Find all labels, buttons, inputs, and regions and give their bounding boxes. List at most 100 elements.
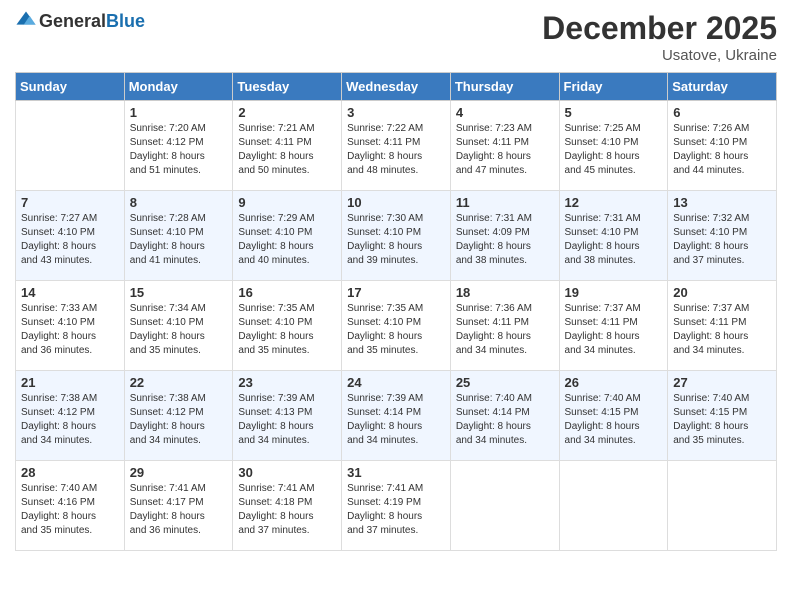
day-number: 12 (565, 195, 663, 210)
cell-content: Sunrise: 7:33 AM Sunset: 4:10 PM Dayligh… (21, 302, 119, 358)
month-title: December 2025 (542, 10, 777, 47)
calendar-cell: 30 Sunrise: 7:41 AM Sunset: 4:18 PM Dayli… (233, 461, 342, 551)
header-thursday: Thursday (450, 73, 559, 101)
day-number: 15 (130, 285, 228, 300)
day-number: 16 (238, 285, 336, 300)
cell-content: Sunrise: 7:36 AM Sunset: 4:11 PM Dayligh… (456, 302, 554, 358)
calendar-week-3: 14 Sunrise: 7:33 AM Sunset: 4:10 PM Dayli… (16, 281, 777, 371)
day-number: 23 (238, 375, 336, 390)
calendar-cell: 27 Sunrise: 7:40 AM Sunset: 4:15 PM Dayli… (668, 371, 777, 461)
calendar-cell: 31 Sunrise: 7:41 AM Sunset: 4:19 PM Dayli… (342, 461, 451, 551)
day-number: 11 (456, 195, 554, 210)
cell-content: Sunrise: 7:40 AM Sunset: 4:16 PM Dayligh… (21, 482, 119, 538)
cell-content: Sunrise: 7:32 AM Sunset: 4:10 PM Dayligh… (673, 212, 771, 268)
cell-content: Sunrise: 7:37 AM Sunset: 4:11 PM Dayligh… (673, 302, 771, 358)
day-number: 27 (673, 375, 771, 390)
day-number: 10 (347, 195, 445, 210)
calendar-cell: 26 Sunrise: 7:40 AM Sunset: 4:15 PM Dayli… (559, 371, 668, 461)
cell-content: Sunrise: 7:31 AM Sunset: 4:10 PM Dayligh… (565, 212, 663, 268)
day-number: 14 (21, 285, 119, 300)
calendar-week-2: 7 Sunrise: 7:27 AM Sunset: 4:10 PM Daylig… (16, 191, 777, 281)
header-saturday: Saturday (668, 73, 777, 101)
calendar-week-4: 21 Sunrise: 7:38 AM Sunset: 4:12 PM Dayli… (16, 371, 777, 461)
calendar-cell: 4 Sunrise: 7:23 AM Sunset: 4:11 PM Daylig… (450, 101, 559, 191)
calendar-week-1: 1Sunrise: 7:20 AM Sunset: 4:12 PM Daylig… (16, 101, 777, 191)
header-sunday: Sunday (16, 73, 125, 101)
cell-content: Sunrise: 7:35 AM Sunset: 4:10 PM Dayligh… (238, 302, 336, 358)
cell-content: Sunrise: 7:37 AM Sunset: 4:11 PM Dayligh… (565, 302, 663, 358)
calendar-header-row: SundayMondayTuesdayWednesdayThursdayFrid… (16, 73, 777, 101)
cell-content: Sunrise: 7:23 AM Sunset: 4:11 PM Dayligh… (456, 122, 554, 178)
day-number: 21 (21, 375, 119, 390)
day-number: 20 (673, 285, 771, 300)
header-monday: Monday (124, 73, 233, 101)
calendar-cell: 8 Sunrise: 7:28 AM Sunset: 4:10 PM Daylig… (124, 191, 233, 281)
day-number: 26 (565, 375, 663, 390)
cell-content: Sunrise: 7:41 AM Sunset: 4:17 PM Dayligh… (130, 482, 228, 538)
day-number: 1 (130, 105, 228, 120)
header-tuesday: Tuesday (233, 73, 342, 101)
cell-content: Sunrise: 7:25 AM Sunset: 4:10 PM Dayligh… (565, 122, 663, 178)
cell-content: Sunrise: 7:22 AM Sunset: 4:11 PM Dayligh… (347, 122, 445, 178)
logo-general: General (39, 11, 106, 31)
calendar-cell: 21Sunrise: 7:38 AM Sunset: 4:12 PM Dayli… (16, 371, 125, 461)
header-friday: Friday (559, 73, 668, 101)
calendar-cell (668, 461, 777, 551)
location-title: Usatove, Ukraine (542, 47, 777, 64)
day-number: 4 (456, 105, 554, 120)
day-number: 25 (456, 375, 554, 390)
cell-content: Sunrise: 7:38 AM Sunset: 4:12 PM Dayligh… (130, 392, 228, 448)
day-number: 6 (673, 105, 771, 120)
calendar-cell: 20 Sunrise: 7:37 AM Sunset: 4:11 PM Dayli… (668, 281, 777, 371)
day-number: 13 (673, 195, 771, 210)
cell-content: Sunrise: 7:35 AM Sunset: 4:10 PM Dayligh… (347, 302, 445, 358)
title-block: December 2025 Usatove, Ukraine (542, 10, 777, 64)
calendar-cell: 10Sunrise: 7:30 AM Sunset: 4:10 PM Dayli… (342, 191, 451, 281)
calendar-cell: 3Sunrise: 7:22 AM Sunset: 4:11 PM Daylig… (342, 101, 451, 191)
day-number: 28 (21, 465, 119, 480)
calendar-cell: 7 Sunrise: 7:27 AM Sunset: 4:10 PM Daylig… (16, 191, 125, 281)
day-number: 19 (565, 285, 663, 300)
cell-content: Sunrise: 7:41 AM Sunset: 4:19 PM Dayligh… (347, 482, 445, 538)
logo: GeneralBlue (15, 10, 145, 32)
day-number: 18 (456, 285, 554, 300)
calendar-cell: 15Sunrise: 7:34 AM Sunset: 4:10 PM Dayli… (124, 281, 233, 371)
calendar-cell: 13 Sunrise: 7:32 AM Sunset: 4:10 PM Dayli… (668, 191, 777, 281)
day-number: 30 (238, 465, 336, 480)
day-number: 22 (130, 375, 228, 390)
cell-content: Sunrise: 7:39 AM Sunset: 4:13 PM Dayligh… (238, 392, 336, 448)
cell-content: Sunrise: 7:31 AM Sunset: 4:09 PM Dayligh… (456, 212, 554, 268)
calendar-cell: 24 Sunrise: 7:39 AM Sunset: 4:14 PM Dayli… (342, 371, 451, 461)
calendar-cell: 25 Sunrise: 7:40 AM Sunset: 4:14 PM Dayli… (450, 371, 559, 461)
day-number: 17 (347, 285, 445, 300)
cell-content: Sunrise: 7:40 AM Sunset: 4:14 PM Dayligh… (456, 392, 554, 448)
cell-content: Sunrise: 7:27 AM Sunset: 4:10 PM Dayligh… (21, 212, 119, 268)
day-number: 29 (130, 465, 228, 480)
calendar-cell: 19 Sunrise: 7:37 AM Sunset: 4:11 PM Dayli… (559, 281, 668, 371)
cell-content: Sunrise: 7:40 AM Sunset: 4:15 PM Dayligh… (673, 392, 771, 448)
calendar-cell (450, 461, 559, 551)
calendar-week-5: 28 Sunrise: 7:40 AM Sunset: 4:16 PM Dayli… (16, 461, 777, 551)
cell-content: Sunrise: 7:21 AM Sunset: 4:11 PM Dayligh… (238, 122, 336, 178)
calendar-cell: 11 Sunrise: 7:31 AM Sunset: 4:09 PM Dayli… (450, 191, 559, 281)
calendar-cell: 6Sunrise: 7:26 AM Sunset: 4:10 PM Daylig… (668, 101, 777, 191)
day-number: 31 (347, 465, 445, 480)
day-number: 8 (130, 195, 228, 210)
calendar-cell: 1Sunrise: 7:20 AM Sunset: 4:12 PM Daylig… (124, 101, 233, 191)
cell-content: Sunrise: 7:28 AM Sunset: 4:10 PM Dayligh… (130, 212, 228, 268)
calendar-cell: 14 Sunrise: 7:33 AM Sunset: 4:10 PM Dayli… (16, 281, 125, 371)
calendar-cell: 28 Sunrise: 7:40 AM Sunset: 4:16 PM Dayli… (16, 461, 125, 551)
cell-content: Sunrise: 7:39 AM Sunset: 4:14 PM Dayligh… (347, 392, 445, 448)
day-number: 5 (565, 105, 663, 120)
cell-content: Sunrise: 7:40 AM Sunset: 4:15 PM Dayligh… (565, 392, 663, 448)
calendar-cell (559, 461, 668, 551)
cell-content: Sunrise: 7:29 AM Sunset: 4:10 PM Dayligh… (238, 212, 336, 268)
calendar-cell: 29 Sunrise: 7:41 AM Sunset: 4:17 PM Dayli… (124, 461, 233, 551)
header-wednesday: Wednesday (342, 73, 451, 101)
day-number: 2 (238, 105, 336, 120)
calendar-cell: 5 Sunrise: 7:25 AM Sunset: 4:10 PM Daylig… (559, 101, 668, 191)
day-number: 7 (21, 195, 119, 210)
day-number: 9 (238, 195, 336, 210)
day-number: 24 (347, 375, 445, 390)
cell-content: Sunrise: 7:41 AM Sunset: 4:18 PM Dayligh… (238, 482, 336, 538)
